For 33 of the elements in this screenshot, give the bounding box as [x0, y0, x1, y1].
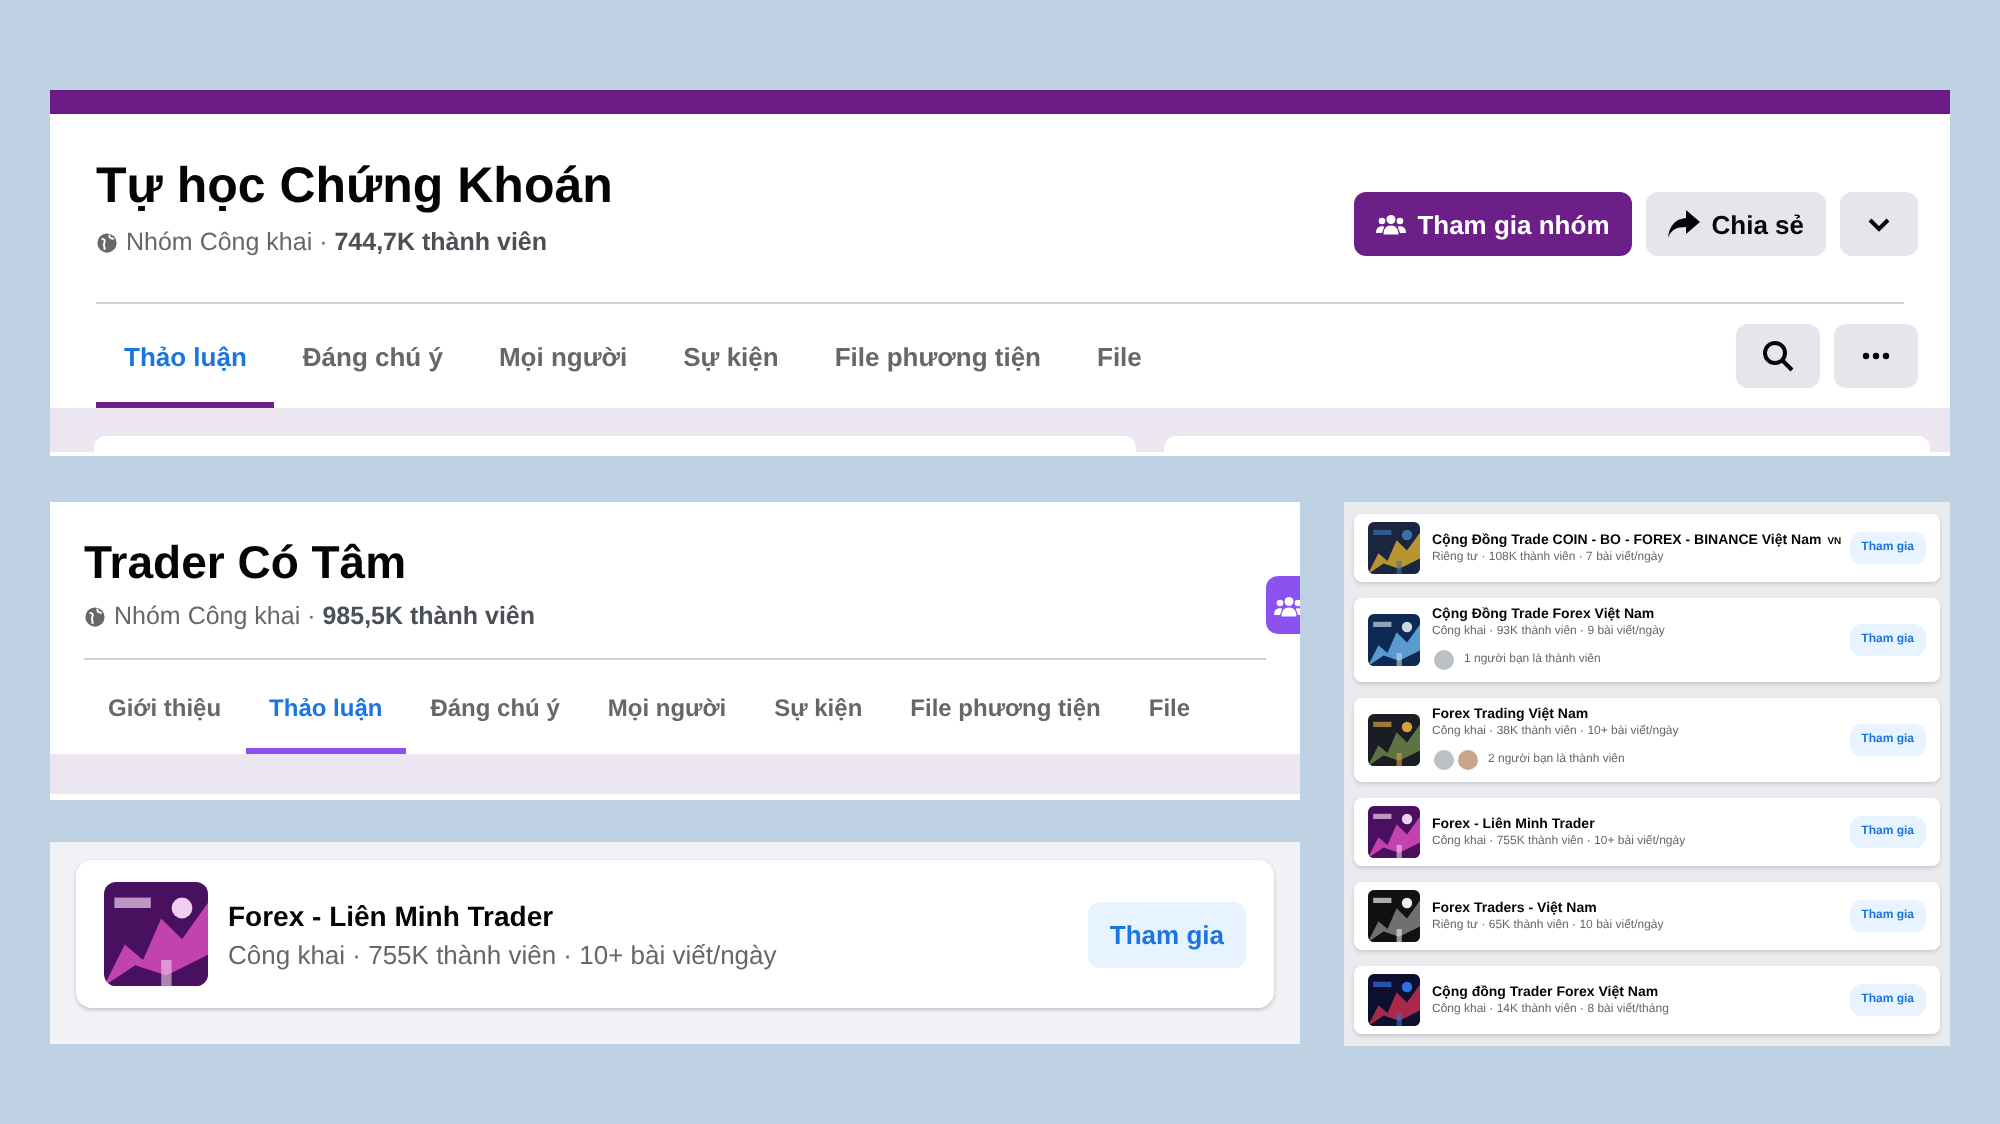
tab[interactable]: Mọi người — [583, 660, 751, 754]
group-meta: Công khai · 755K thành viên · 10+ bài viết/ngày — [228, 939, 779, 969]
avatar — [1456, 748, 1480, 772]
search-button[interactable] — [1736, 324, 1820, 388]
tab[interactable]: File — [1069, 304, 1170, 408]
more-icon — [1862, 352, 1890, 360]
join-button[interactable]: Tham gia — [1087, 901, 1246, 967]
tab[interactable]: Sự kiện — [750, 660, 887, 754]
people-icon — [1274, 593, 1300, 617]
join-group-button[interactable]: Tham gia nhóm — [1353, 192, 1632, 256]
dropdown-button[interactable] — [1840, 192, 1918, 256]
group-name[interactable]: Forex - Liên Minh Trader — [228, 899, 1068, 931]
share-icon — [1667, 210, 1700, 238]
avatar — [1432, 748, 1456, 772]
tab[interactable]: Sự kiện — [655, 304, 807, 408]
globe-icon — [96, 231, 118, 253]
group-info: Nhóm Công khai · 744,7K thành viên — [126, 228, 548, 256]
tab[interactable]: Giới thiệu — [84, 660, 246, 754]
group-title: Tự học Chứng Khoán — [96, 158, 613, 216]
tab[interactable]: Đáng chú ý — [274, 304, 471, 408]
tab[interactable]: File — [1124, 660, 1215, 754]
globe-icon — [84, 605, 106, 627]
tab[interactable]: Đáng chú ý — [406, 660, 584, 754]
tab[interactable]: Mọi người — [470, 304, 656, 408]
group-info: Nhóm Công khai · 985,5K thành viên — [114, 602, 536, 630]
share-button[interactable]: Chia sẻ — [1645, 192, 1826, 256]
search-icon — [1762, 340, 1794, 372]
group-title: Trader Có Tâm — [84, 536, 409, 590]
chevron-icon — [1868, 217, 1890, 231]
people-icon — [1375, 212, 1406, 236]
tab[interactable]: File phương tiện — [806, 304, 1069, 408]
avatar — [1432, 648, 1456, 672]
tab[interactable]: File phương tiện — [886, 660, 1125, 754]
